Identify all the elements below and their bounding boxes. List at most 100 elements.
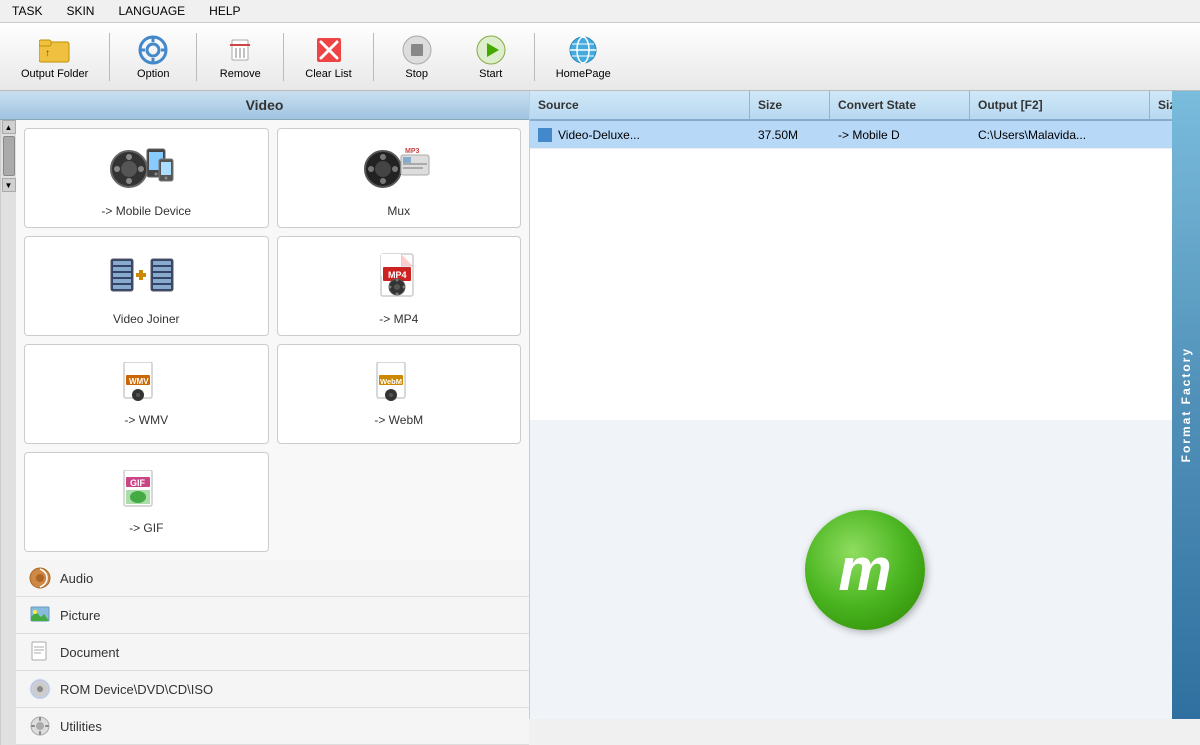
picture-category[interactable]: Picture <box>16 597 529 634</box>
utilities-icon <box>28 714 52 738</box>
picture-icon <box>28 603 52 627</box>
audio-label: Audio <box>60 571 93 586</box>
remove-button[interactable]: Remove <box>205 29 275 85</box>
row-checkbox[interactable] <box>538 128 552 142</box>
toolbar-sep-2 <box>196 33 197 81</box>
left-panel: Video ▲ ▼ <box>0 91 530 719</box>
homepage-icon <box>567 34 599 66</box>
left-scrollbar[interactable]: ▲ ▼ <box>0 120 16 745</box>
col-header-convert: Convert State <box>830 91 970 119</box>
table-header: Source Size Convert State Output [F2] Si… <box>530 91 1200 121</box>
webm-option[interactable]: WebM -> WebM <box>277 344 522 444</box>
menu-bar: TASK SKIN LANGUAGE HELP <box>0 0 1200 23</box>
clear-list-label: Clear List <box>305 68 351 80</box>
gif-label: -> GIF <box>129 521 163 535</box>
menu-language[interactable]: LANGUAGE <box>114 2 189 20</box>
clear-list-button[interactable]: Clear List <box>292 29 364 85</box>
scroll-thumb[interactable] <box>3 136 15 176</box>
wmv-label: -> WMV <box>124 413 168 427</box>
start-label: Start <box>479 68 502 80</box>
svg-text:WebM: WebM <box>380 377 402 386</box>
document-category[interactable]: Document <box>16 634 529 671</box>
toolbar-sep-1 <box>109 33 110 81</box>
mp4-icon: MP4 <box>359 246 439 306</box>
gif-option[interactable]: GIF -> GIF <box>24 452 269 552</box>
audio-category[interactable]: Audio <box>16 560 529 597</box>
mobile-device-option[interactable]: -> Mobile Device <box>24 128 269 228</box>
wmv-option[interactable]: WMV -> WMV <box>24 344 269 444</box>
table-row[interactable]: Video-Deluxe... 37.50M -> Mobile D C:\Us… <box>530 121 1200 149</box>
svg-text:MP3: MP3 <box>405 148 420 155</box>
output-folder-icon: ↑ <box>39 34 71 66</box>
output-folder-button[interactable]: ↑ Output Folder <box>8 29 101 85</box>
video-joiner-icon <box>106 246 186 306</box>
format-factory-banner[interactable]: Format Factory <box>1172 91 1200 719</box>
stop-button[interactable]: Stop <box>382 29 452 85</box>
menu-task[interactable]: TASK <box>8 2 46 20</box>
category-list: -> Mobile Device <box>16 120 529 745</box>
cell-convert: -> Mobile D <box>830 128 970 142</box>
malavida-logo: m <box>805 510 925 630</box>
format-factory-label: Format Factory <box>1179 347 1193 462</box>
option-label: Option <box>137 68 169 80</box>
toolbar-sep-4 <box>373 33 374 81</box>
utilities-category[interactable]: Utilities <box>16 708 529 745</box>
svg-text:↑: ↑ <box>45 48 50 59</box>
svg-text:GIF: GIF <box>130 478 146 488</box>
left-panel-header: Video <box>0 91 529 120</box>
option-button[interactable]: Option <box>118 29 188 85</box>
logo-area: m <box>530 420 1200 719</box>
clear-list-icon <box>313 34 345 66</box>
document-icon <box>28 640 52 664</box>
video-joiner-option[interactable]: Video Joiner <box>24 236 269 336</box>
table-body: Video-Deluxe... 37.50M -> Mobile D C:\Us… <box>530 121 1200 420</box>
webm-icon: WebM <box>359 362 439 407</box>
remove-icon <box>224 34 256 66</box>
audio-icon <box>28 566 52 590</box>
scroll-up-arrow[interactable]: ▲ <box>2 120 16 134</box>
menu-skin[interactable]: SKIN <box>62 2 98 20</box>
rom-category[interactable]: ROM Device\DVD\CD\ISO <box>16 671 529 708</box>
mux-icon: MP3 <box>359 138 439 198</box>
cell-size: 37.50M <box>750 128 830 142</box>
video-joiner-label: Video Joiner <box>113 312 180 326</box>
homepage-button[interactable]: HomePage <box>543 29 624 85</box>
video-grid: -> Mobile Device <box>16 120 529 560</box>
stop-icon <box>401 34 433 66</box>
toolbar-sep-3 <box>283 33 284 81</box>
stop-label: Stop <box>405 68 428 80</box>
homepage-label: HomePage <box>556 68 611 80</box>
cell-source: Video-Deluxe... <box>530 128 750 142</box>
main-area: Video ▲ ▼ <box>0 91 1200 719</box>
scroll-down-arrow[interactable]: ▼ <box>2 178 16 192</box>
start-button[interactable]: Start <box>456 29 526 85</box>
col-header-size: Size <box>750 91 830 119</box>
left-panel-content: ▲ ▼ <box>0 120 529 745</box>
svg-text:WMV: WMV <box>129 377 149 386</box>
output-folder-label: Output Folder <box>21 68 88 80</box>
start-icon <box>475 34 507 66</box>
cell-output: C:\Users\Malavida... <box>970 128 1150 142</box>
rom-label: ROM Device\DVD\CD\ISO <box>60 682 213 697</box>
menu-help[interactable]: HELP <box>205 2 244 20</box>
mux-label: Mux <box>387 204 410 218</box>
col-header-output: Output [F2] <box>970 91 1150 119</box>
gif-icon: GIF <box>106 470 186 515</box>
utilities-label: Utilities <box>60 719 102 734</box>
remove-label: Remove <box>220 68 261 80</box>
picture-label: Picture <box>60 608 100 623</box>
svg-text:MP4: MP4 <box>388 270 407 280</box>
mp4-label: -> MP4 <box>379 312 418 326</box>
option-icon <box>137 34 169 66</box>
mp4-option[interactable]: MP4 -> MP4 <box>277 236 522 336</box>
toolbar: ↑ Output Folder Option <box>0 23 1200 91</box>
col-header-source: Source <box>530 91 750 119</box>
webm-label: -> WebM <box>374 413 423 427</box>
document-label: Document <box>60 645 119 660</box>
mobile-device-icon <box>106 138 186 198</box>
mobile-device-label: -> Mobile Device <box>101 204 191 218</box>
mux-option[interactable]: MP3 Mux <box>277 128 522 228</box>
right-panel: Source Size Convert State Output [F2] Si… <box>530 91 1200 719</box>
wmv-icon: WMV <box>106 362 186 407</box>
rom-icon <box>28 677 52 701</box>
